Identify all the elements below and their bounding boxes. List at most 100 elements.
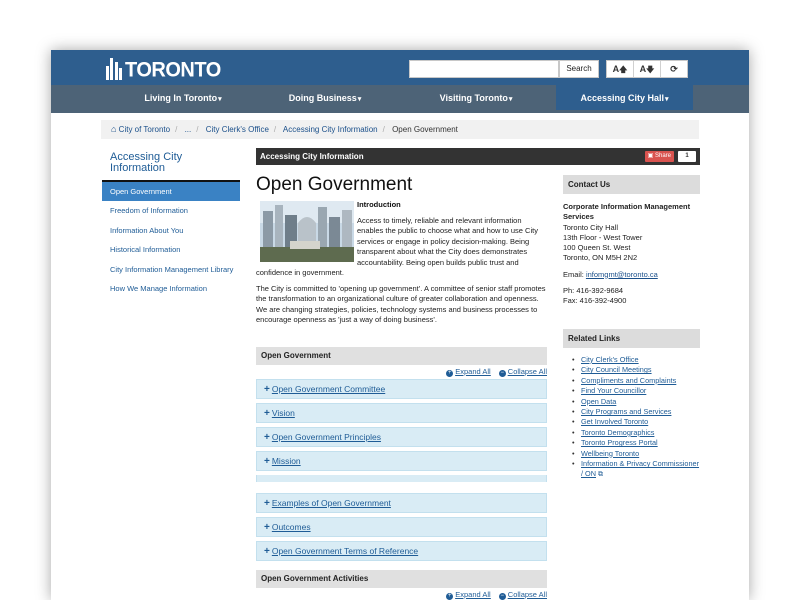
accordion-item-outcomes[interactable]: + Outcomes xyxy=(256,517,547,537)
nav-label: Accessing City Hall xyxy=(580,93,664,103)
list-item: City Council Meetings xyxy=(572,365,702,376)
email-label: Email: xyxy=(563,269,584,279)
content-section-bar: Accessing City Information ▣ Share 1 xyxy=(256,148,700,165)
page-title: Open Government xyxy=(256,174,413,195)
nav-living-in-toronto[interactable]: Living In Toronto▾ xyxy=(123,85,243,113)
nav-visiting-toronto[interactable]: Visiting Toronto▾ xyxy=(417,85,535,113)
leftnav-item-info-management-library[interactable]: City Information Management Library xyxy=(102,260,240,279)
contact-line: 13th Floor - West Tower xyxy=(563,232,643,242)
home-icon: ⌂ xyxy=(111,124,117,134)
related-link[interactable]: City Council Meetings xyxy=(581,365,652,374)
accordion-item-principles[interactable]: + Open Government Principles xyxy=(256,427,547,447)
search-input[interactable] xyxy=(409,60,559,78)
accordion-item-label: Open Government Committee xyxy=(271,384,386,394)
accordion-item-label: Examples of Open Government xyxy=(271,498,391,508)
expand-all-link[interactable]: + Expand All xyxy=(446,367,491,377)
accordion-item-examples[interactable]: + Examples of Open Government xyxy=(256,493,547,513)
nav-label: Living In Toronto xyxy=(144,93,218,103)
contact-email-link[interactable]: infomgmt@toronto.ca xyxy=(586,270,658,279)
breadcrumb-clerks-office[interactable]: City Clerk's Office xyxy=(206,125,269,134)
accordion-item-vision[interactable]: + Vision xyxy=(256,403,547,423)
accordion-item-committee[interactable]: + Open Government Committee xyxy=(256,379,547,399)
list-item: Information & Privacy Commissioner / ON … xyxy=(572,459,702,481)
related-link[interactable]: City Programs and Services xyxy=(581,407,671,416)
contact-line: 100 Queen St. West xyxy=(563,243,631,253)
list-item: Wellbeing Toronto xyxy=(572,449,702,460)
leftnav-item-freedom-of-information[interactable]: Freedom of Information xyxy=(102,201,240,220)
toronto-logo[interactable]: TORONTO xyxy=(106,54,221,82)
breadcrumb-ellipsis[interactable]: ... xyxy=(185,125,192,134)
contact-org: Corporate Information Management Service… xyxy=(563,202,691,222)
list-item: City Clerk's Office xyxy=(572,355,702,366)
city-hall-icon xyxy=(106,58,123,80)
plus-icon: + xyxy=(264,456,270,467)
related-link[interactable]: Toronto Demographics xyxy=(581,428,654,437)
list-item: City Programs and Services xyxy=(572,407,702,418)
nav-accessing-city-hall[interactable]: Accessing City Hall▾ xyxy=(556,85,693,110)
contact-line: Toronto City Hall xyxy=(563,222,619,232)
main-nav: Living In Toronto▾ Doing Business▾ Visit… xyxy=(51,85,749,113)
leftnav-item-open-government[interactable]: Open Government xyxy=(102,182,240,202)
leftnav-item-historical-information[interactable]: Historical Information xyxy=(102,240,240,259)
breadcrumb-home[interactable]: City of Toronto xyxy=(119,125,170,134)
related-link[interactable]: Find Your Councillor xyxy=(581,386,646,395)
accordion-item-label: Vision xyxy=(271,408,295,418)
plus-icon: + xyxy=(264,522,270,533)
related-link[interactable]: Get Involved Toronto xyxy=(581,417,648,426)
increase-text-button[interactable]: A🡅 xyxy=(607,61,634,77)
leftnav-title[interactable]: Accessing City Information xyxy=(110,152,230,174)
collapse-all-link[interactable]: − Collapse All xyxy=(498,367,547,377)
contact-info: Corporate Information Management Service… xyxy=(563,202,700,307)
plus-circle-icon: + xyxy=(446,593,454,600)
accordion-item-label: Open Government Terms of Reference xyxy=(271,546,419,556)
accordion-item-terms-of-reference[interactable]: + Open Government Terms of Reference xyxy=(256,541,547,561)
reset-text-button[interactable]: ⟳ xyxy=(661,61,687,77)
caret-down-icon: ▾ xyxy=(665,96,669,103)
caret-down-icon: ▾ xyxy=(508,96,513,103)
share-button[interactable]: ▣ Share xyxy=(644,151,674,162)
leftnav: Open Government Freedom of Information I… xyxy=(102,182,240,298)
contact-header: Contact Us xyxy=(563,175,700,194)
related-link[interactable]: Open Data xyxy=(581,397,616,406)
contact-fax: Fax: 416-392-4900 xyxy=(563,296,627,306)
minus-circle-icon: − xyxy=(498,593,506,600)
commitment-paragraph: The City is committed to 'opening up gov… xyxy=(256,284,546,325)
breadcrumb-accessing-info[interactable]: Accessing City Information xyxy=(283,125,378,134)
related-link[interactable]: Wellbeing Toronto xyxy=(581,449,639,458)
list-item: Open Data xyxy=(572,397,702,408)
related-link[interactable]: Compliments and Complaints xyxy=(581,376,676,385)
plus-icon: + xyxy=(264,432,270,443)
decrease-text-button[interactable]: A🡇 xyxy=(634,61,661,77)
search-button[interactable]: Search xyxy=(559,60,599,78)
related-link[interactable]: City Clerk's Office xyxy=(581,355,639,364)
list-item: Find Your Councillor xyxy=(572,386,702,397)
related-link[interactable]: Toronto Progress Portal xyxy=(581,438,658,447)
plus-icon: + xyxy=(264,408,270,419)
accordion-item-label: Outcomes xyxy=(271,522,311,532)
caret-down-icon: ▾ xyxy=(357,96,362,103)
share-icon: ▣ xyxy=(647,153,654,159)
leftnav-item-information-about-you[interactable]: Information About You xyxy=(102,221,240,240)
intro-text-tail: confidence in government. xyxy=(256,268,344,277)
city-skyline-photo xyxy=(260,201,354,262)
intro-text: Access to timely, reliable and relevant … xyxy=(357,216,538,267)
nav-doing-business[interactable]: Doing Business▾ xyxy=(270,85,380,113)
leftnav-item-how-we-manage[interactable]: How We Manage Information xyxy=(102,279,240,298)
minus-circle-icon: − xyxy=(498,370,506,377)
logo-wordmark: TORONTO xyxy=(125,58,221,82)
accordion-item-mission[interactable]: + Mission xyxy=(256,451,547,471)
arrow-down-icon: 🡇 xyxy=(646,65,655,74)
plus-icon: + xyxy=(264,384,270,395)
accordion-item-partial xyxy=(256,475,547,482)
text-tools: A🡅 A🡇 ⟳ xyxy=(606,60,688,78)
accordion-controls: + Expand All − Collapse All xyxy=(256,590,547,600)
expand-all-link[interactable]: + Expand All xyxy=(446,590,491,600)
accordion-item-label: Mission xyxy=(271,456,301,466)
contact-line: Toronto, ON M5H 2N2 xyxy=(563,253,638,263)
related-links-list: City Clerk's Office City Council Meeting… xyxy=(572,355,702,481)
contact-phone: Ph: 416-392-9684 xyxy=(563,286,624,296)
related-links-header: Related Links xyxy=(563,329,700,348)
breadcrumb-current: Open Government xyxy=(392,125,458,134)
collapse-all-link[interactable]: − Collapse All xyxy=(498,590,547,600)
nav-label: Doing Business xyxy=(288,93,357,103)
